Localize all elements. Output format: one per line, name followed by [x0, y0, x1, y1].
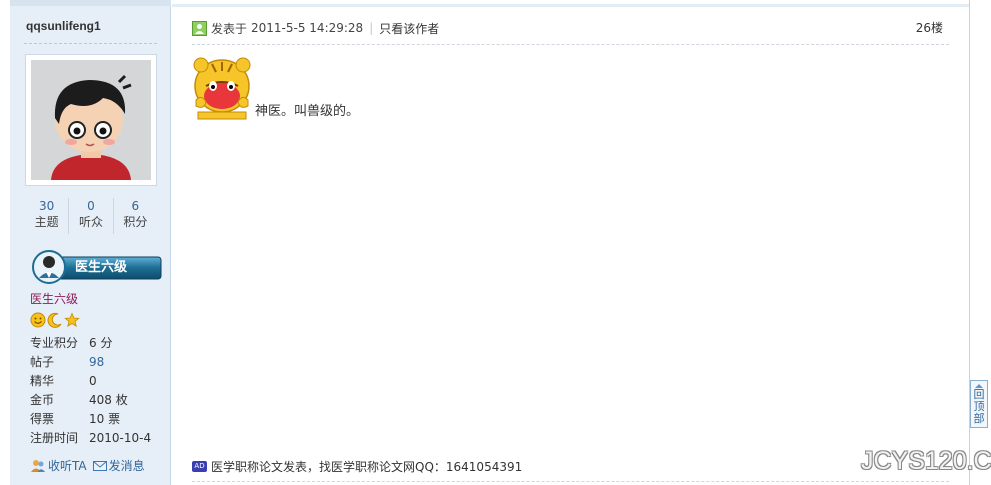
star-icon	[64, 312, 80, 327]
profile-row: 得票 10 票	[30, 410, 170, 429]
profile-row: 金币 408 枚	[30, 391, 170, 410]
post-content: 神医。叫兽级的。	[192, 56, 359, 120]
post-top-line	[172, 4, 969, 7]
rank-title[interactable]: 医生六级	[30, 290, 78, 307]
follow-button[interactable]: 收听TA	[30, 457, 87, 474]
message-label: 发消息	[108, 459, 145, 473]
profile-key: 精华	[30, 374, 55, 388]
profile-key: 注册时间	[30, 431, 79, 445]
profile-value: 2010-10-4	[89, 431, 152, 445]
post-ad[interactable]: AD 医学职称论文发表，找医学职称论文网QQ：1641054391	[192, 458, 522, 475]
follow-users-icon	[31, 459, 45, 472]
divider	[192, 44, 949, 45]
rank-badge: 医生六级	[32, 250, 165, 284]
divider	[192, 481, 949, 482]
stat-value[interactable]: 6	[114, 198, 157, 214]
post-text: 神医。叫兽级的。	[255, 104, 360, 119]
rank-badge-label: 医生六级	[75, 260, 128, 275]
floor-number[interactable]: 26楼	[916, 18, 943, 38]
profile-key: 得票	[30, 412, 55, 426]
avatar-image	[31, 60, 151, 180]
profile-row: 精华 0	[30, 372, 170, 391]
stat-value[interactable]: 0	[69, 198, 112, 214]
stat-label: 主题	[34, 215, 59, 229]
stat-value[interactable]: 30	[25, 198, 68, 214]
post: 发表于 2011-5-5 14:29:28 | 只看该作者 26楼 神医。叫兽级…	[172, 0, 969, 485]
profile-key: 金币	[30, 393, 55, 407]
moon-icon	[47, 312, 62, 328]
stat-label: 积分	[123, 215, 148, 229]
stat-points[interactable]: 6 积分	[112, 198, 157, 234]
back-to-top-label: 回顶部	[973, 388, 985, 425]
author-stats: 30 主题 0 听众 6 积分	[25, 198, 157, 234]
author-profile: 专业积分 6 分 帖子 98 精华 0 金币 408 枚 得票 10 票 注册时…	[30, 334, 170, 448]
author-sidebar: qqsunlifeng1 30 主题 0 听众 6 积分 医生六级 医生六级 专…	[10, 0, 171, 485]
stat-followers[interactable]: 0 听众	[68, 198, 112, 234]
stat-topics[interactable]: 30 主题	[25, 198, 68, 234]
author-actions: 收听TA 发消息	[30, 457, 145, 474]
profile-value: 408 枚	[89, 393, 128, 407]
follow-label: 收听TA	[48, 459, 87, 473]
profile-row: 注册时间 2010-10-4	[30, 429, 170, 448]
sun-icon	[30, 312, 46, 328]
cartoon-boy-avatar-icon	[31, 60, 151, 180]
profile-row: 专业积分 6 分	[30, 334, 170, 353]
profile-value: 0	[89, 374, 97, 388]
profile-key: 帖子	[30, 355, 55, 369]
author-username[interactable]: qqsunlifeng1	[26, 19, 101, 33]
profile-key: 专业积分	[30, 336, 79, 350]
author-only-link[interactable]: 只看该作者	[379, 20, 439, 37]
divider	[24, 43, 157, 44]
post-date-prefix: 发表于	[211, 21, 248, 36]
stat-label: 听众	[78, 215, 103, 229]
header-separator: |	[369, 21, 374, 35]
avatar[interactable]	[25, 54, 157, 186]
ad-tag: AD	[192, 461, 207, 472]
post-date: 2011-5-5 14:29:28	[251, 21, 364, 35]
ad-text[interactable]: 医学职称论文发表，找医学职称论文网QQ：1641054391	[211, 458, 522, 475]
site-watermark: JCYS120.COM	[861, 447, 991, 475]
post-header: 发表于 2011-5-5 14:29:28 | 只看该作者 26楼	[192, 18, 949, 38]
rank-icons	[30, 312, 80, 328]
online-user-icon	[192, 20, 207, 36]
envelope-icon	[92, 460, 107, 471]
profile-value: 6 分	[89, 336, 113, 350]
tiger-emoticon-icon	[193, 57, 251, 120]
sidebar-top-strip	[10, 0, 171, 6]
profile-row: 帖子 98	[30, 353, 170, 372]
send-message-button[interactable]: 发消息	[92, 457, 145, 474]
profile-value-link[interactable]: 98	[89, 353, 104, 372]
back-to-top-button[interactable]: 回顶部	[970, 380, 988, 428]
profile-value: 10 票	[89, 412, 121, 426]
